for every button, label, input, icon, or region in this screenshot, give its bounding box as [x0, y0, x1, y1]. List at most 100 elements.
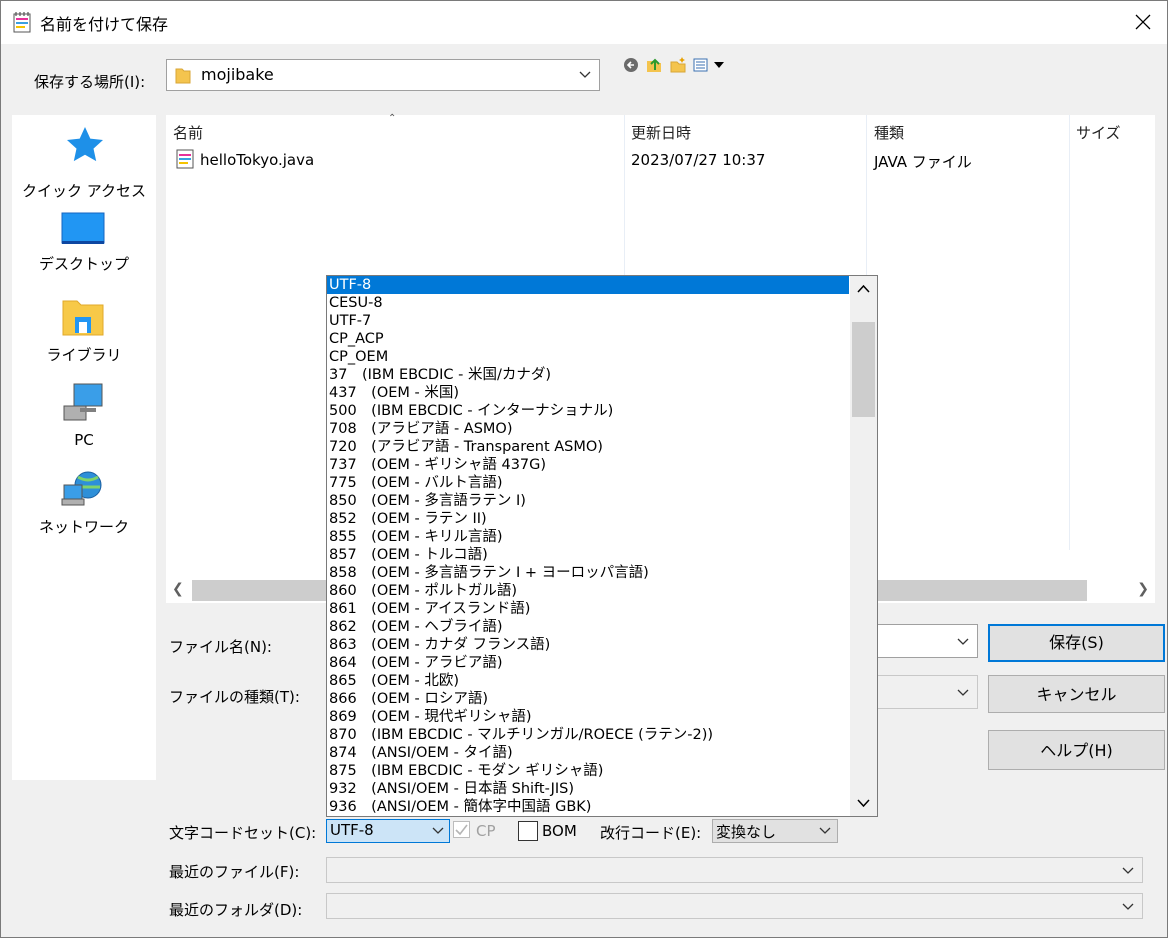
place-label: ネットワーク — [38, 518, 129, 536]
newline-select[interactable]: 変換なし — [712, 819, 838, 843]
places-bar: クイック アクセス デスクトップ ライブラリ PC ネットワーク — [12, 115, 156, 780]
charset-option[interactable]: 37 (IBM EBCDIC - 米国/カナダ) — [327, 366, 849, 384]
charset-option[interactable]: 932 (ANSI/OEM - 日本語 Shift-JIS) — [327, 780, 849, 798]
charset-option[interactable]: 850 (OEM - 多言語ラテン I) — [327, 492, 849, 510]
place-quick-access[interactable]: クイック アクセス — [12, 123, 156, 203]
charset-option[interactable]: 775 (OEM - バルト言語) — [327, 474, 849, 492]
filetype-label: ファイルの種類(T): — [169, 688, 300, 706]
recent-file-select[interactable] — [326, 857, 1143, 883]
back-icon[interactable] — [623, 56, 639, 74]
library-icon — [62, 300, 104, 336]
java-file-icon — [176, 149, 194, 169]
charset-option[interactable]: CP_OEM — [327, 348, 849, 366]
view-menu-icon[interactable] — [693, 56, 727, 74]
filename-label: ファイル名(N): — [169, 638, 272, 656]
charset-option[interactable]: 852 (OEM - ラテン II) — [327, 510, 849, 528]
charset-option[interactable]: 855 (OEM - キリル言語) — [327, 528, 849, 546]
charset-option[interactable]: CP_ACP — [327, 330, 849, 348]
charset-option[interactable]: 858 (OEM - 多言語ラテン I + ヨーロッパ言語) — [327, 564, 849, 582]
charset-option[interactable]: 857 (OEM - トルコ語) — [327, 546, 849, 564]
new-folder-icon[interactable] — [669, 56, 687, 74]
window-title: 名前を付けて保存 — [40, 15, 169, 34]
dropdown-scrollbar[interactable] — [850, 276, 877, 816]
charset-option[interactable]: 437 (OEM - 米国) — [327, 384, 849, 402]
chevron-down-icon — [1122, 903, 1134, 910]
location-combo[interactable]: mojibake — [166, 59, 600, 91]
place-label: PC — [74, 431, 94, 449]
column-header-size[interactable]: サイズ — [1076, 122, 1121, 143]
scroll-thumb[interactable] — [852, 322, 875, 417]
star-icon — [67, 127, 103, 162]
chevron-down-icon — [579, 71, 591, 78]
column-header-name[interactable]: 名前 — [173, 122, 203, 143]
file-modified: 2023/07/27 10:37 — [631, 151, 766, 169]
charset-option[interactable]: 720 (アラビア語 - Transparent ASMO) — [327, 438, 849, 456]
charset-option[interactable]: 875 (IBM EBCDIC - モダン ギリシャ語) — [327, 762, 849, 780]
place-network[interactable]: ネットワーク — [12, 467, 156, 547]
recent-folder-label: 最近のフォルダ(D): — [169, 901, 303, 919]
desktop-icon — [61, 212, 105, 244]
column-header-type[interactable]: 種類 — [874, 122, 904, 143]
help-button[interactable]: ヘルプ(H) — [988, 730, 1165, 770]
charset-option[interactable]: 866 (OEM - ロシア語) — [327, 690, 849, 708]
network-icon — [61, 471, 102, 506]
table-row[interactable]: helloTokyo.java 2023/07/27 10:37 JAVA ファ… — [166, 145, 1155, 171]
charset-option[interactable]: 874 (ANSI/OEM - タイ語) — [327, 744, 849, 762]
close-icon — [1135, 14, 1151, 30]
charset-value: UTF-8 — [330, 821, 374, 839]
title-bar — [0, 0, 1168, 44]
charset-option[interactable]: 708 (アラビア語 - ASMO) — [327, 420, 849, 438]
charset-combo[interactable]: UTF-8 — [326, 819, 450, 843]
charset-option[interactable]: UTF-8 — [327, 276, 849, 294]
place-desktop[interactable]: デスクトップ — [12, 211, 156, 291]
chevron-down-icon — [819, 827, 831, 834]
scroll-down-icon[interactable] — [857, 798, 870, 808]
up-folder-icon[interactable] — [645, 56, 663, 74]
file-name: helloTokyo.java — [200, 151, 315, 169]
charset-option[interactable]: 500 (IBM EBCDIC - インターナショナル) — [327, 402, 849, 420]
save-button[interactable]: 保存(S) — [988, 624, 1165, 662]
notepad-app-icon — [13, 12, 31, 33]
recent-folder-select[interactable] — [326, 893, 1143, 919]
charset-option[interactable]: 864 (OEM - アラビア語) — [327, 654, 849, 672]
charset-option[interactable]: 737 (OEM - ギリシャ語 437G) — [327, 456, 849, 474]
charset-option[interactable]: 936 (ANSI/OEM - 簡体字中国語 GBK) — [327, 798, 849, 816]
close-button[interactable] — [1120, 0, 1166, 44]
place-label: デスクトップ — [38, 255, 129, 273]
charset-option[interactable]: 863 (OEM - カナダ フランス語) — [327, 636, 849, 654]
charset-option[interactable]: 865 (OEM - 北欧) — [327, 672, 849, 690]
cancel-button[interactable]: キャンセル — [988, 675, 1165, 713]
place-library[interactable]: ライブラリ — [12, 297, 156, 377]
newline-label: 改行コード(E): — [600, 824, 702, 842]
charset-option[interactable]: 869 (OEM - 現代ギリシャ語) — [327, 708, 849, 726]
location-value: mojibake — [201, 65, 274, 84]
place-pc[interactable]: PC — [12, 382, 156, 462]
location-label: 保存する場所(I): — [34, 73, 146, 91]
cp-label: CP — [476, 822, 496, 840]
scroll-left-icon[interactable]: ❮ — [172, 581, 184, 597]
bom-checkbox[interactable] — [518, 821, 538, 841]
chevron-down-icon — [432, 827, 444, 834]
charset-option[interactable]: 860 (OEM - ポルトガル語) — [327, 582, 849, 600]
charset-option[interactable]: 870 (IBM EBCDIC - マルチリンガル/ROECE (ラテン-2)) — [327, 726, 849, 744]
charset-option[interactable]: 862 (OEM - ヘブライ語) — [327, 618, 849, 636]
file-type: JAVA ファイル — [874, 153, 972, 171]
charset-option[interactable]: CESU-8 — [327, 294, 849, 312]
chevron-down-icon — [1122, 867, 1134, 874]
scroll-up-icon[interactable] — [857, 284, 870, 294]
charset-label: 文字コードセット(C): — [169, 824, 317, 842]
newline-value: 変換なし — [716, 823, 777, 841]
column-separator — [1069, 115, 1070, 550]
chevron-down-icon — [957, 689, 969, 696]
pc-icon — [63, 383, 103, 421]
checkmark-icon — [455, 824, 468, 836]
charset-option[interactable]: 861 (OEM - アイスランド語) — [327, 600, 849, 618]
charset-option[interactable]: UTF-7 — [327, 312, 849, 330]
charset-dropdown-list[interactable]: UTF-8 CESU-8 UTF-7 CP_ACP CP_OEM 37 (IBM EBCD… — [326, 275, 878, 817]
recent-file-label: 最近のファイル(F): — [169, 863, 300, 881]
scroll-right-icon[interactable]: ❯ — [1137, 581, 1149, 597]
bom-label: BOM — [542, 822, 577, 840]
cp-checkbox[interactable] — [453, 821, 470, 838]
column-header-modified[interactable]: 更新日時 — [631, 122, 691, 143]
sort-ascending-icon: ⌃ — [388, 113, 397, 124]
